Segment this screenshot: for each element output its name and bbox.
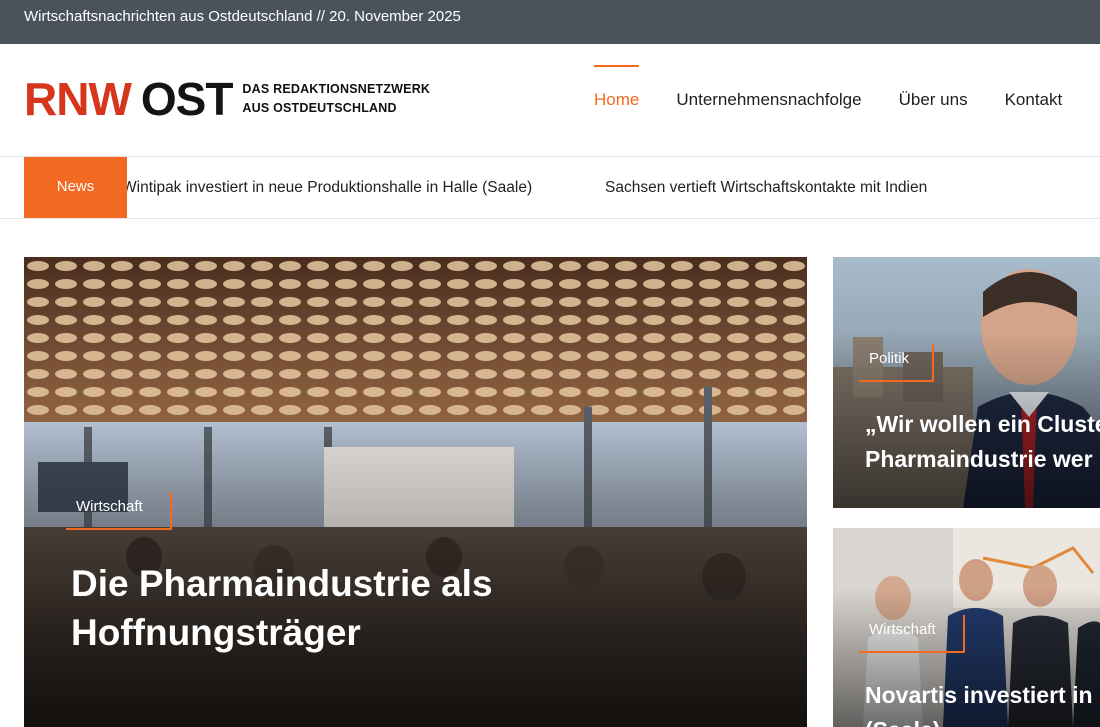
logo-ost: OST — [140, 73, 234, 125]
side-article-category-wirtschaft[interactable]: Wirtschaft — [859, 615, 965, 653]
logo-tagline-line2: AUS OSTDEUTSCHLAND — [242, 101, 397, 115]
nav-item-ueber-uns[interactable]: Über uns — [899, 44, 968, 156]
category-frame — [859, 615, 965, 653]
side-article-card-politik[interactable]: Politik „Wir wollen ein Cluste Pharmaind… — [833, 257, 1100, 508]
nav-item-kontakt[interactable]: Kontakt — [1005, 44, 1063, 156]
category-frame — [859, 344, 934, 382]
featured-headline-line2: Hoffnungsträger — [71, 612, 361, 653]
top-bar-date-line: Wirtschaftsnachrichten aus Ostdeutschlan… — [24, 8, 461, 25]
nav-item-unternehmensnachfolge[interactable]: Unternehmensnachfolge — [676, 44, 861, 156]
side-article-headline-wirtschaft[interactable]: Novartis investiert in (Saale) — [865, 678, 1093, 727]
site-header: RNW OST DAS REDAKTIONSNETZWERK AUS OSTDE… — [0, 44, 1100, 156]
side-article-category-politik[interactable]: Politik — [859, 344, 934, 382]
category-frame — [66, 492, 172, 530]
logo-tagline: DAS REDAKTIONSNETZWERK AUS OSTDEUTSCHLAN… — [242, 80, 430, 118]
logo-tagline-line1: DAS REDAKTIONSNETZWERK — [242, 82, 431, 96]
logo-rnw: RNW — [24, 73, 132, 125]
featured-article-headline[interactable]: Die Pharmaindustrie als Hoffnungsträger — [71, 559, 493, 657]
main-nav: Home Unternehmensnachfolge Über uns Kont… — [594, 44, 1099, 156]
featured-headline-line1: Die Pharmaindustrie als — [71, 563, 493, 604]
nav-item-home[interactable]: Home — [594, 44, 640, 156]
news-ticker: News Wintipak investiert in neue Produkt… — [0, 156, 1100, 219]
featured-article-category[interactable]: Wirtschaft — [66, 492, 172, 530]
side-headline-wirtschaft-line2: (Saale) — [865, 713, 1093, 727]
news-ticker-tag: News — [24, 157, 127, 218]
top-bar: Wirtschaftsnachrichten aus Ostdeutschlan… — [0, 0, 1100, 44]
featured-article-card[interactable]: Wirtschaft Die Pharmaindustrie als Hoffn… — [24, 257, 807, 727]
side-headline-wirtschaft-line1: Novartis investiert in — [865, 682, 1093, 708]
side-article-headline-politik[interactable]: „Wir wollen ein Cluste Pharmaindustrie w… — [865, 407, 1100, 477]
side-headline-politik-line2: Pharmaindustrie wer — [865, 446, 1093, 472]
ticker-item-sachsen-indien[interactable]: Sachsen vertieft Wirtschaftskontakte mit… — [605, 179, 927, 197]
site-logo[interactable]: RNW OST DAS REDAKTIONSNETZWERK AUS OSTDE… — [24, 74, 430, 124]
ticker-item-wintipak[interactable]: Wintipak investiert in neue Produktionsh… — [122, 179, 532, 197]
side-headline-politik-line1: „Wir wollen ein Cluste — [865, 411, 1100, 437]
side-article-card-wirtschaft[interactable]: Wirtschaft Novartis investiert in (Saale… — [833, 528, 1100, 727]
